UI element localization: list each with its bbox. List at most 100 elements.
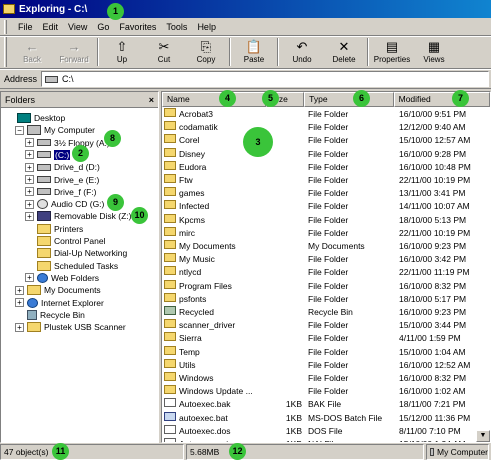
file-row[interactable]: Recycled Recycle Bin 16/10/00 9:23 PM [162,306,490,319]
tree-item-label: Drive_f (F:) [54,186,97,197]
tree-item[interactable]: Printers [25,223,83,235]
file-row[interactable]: Infected File Folder 14/11/00 10:07 AM [162,200,490,213]
file-row[interactable]: Sierra File Folder 4/11/00 1:59 PM [162,332,490,345]
views-button[interactable]: ▦ Views [413,37,455,68]
tree-item[interactable]: + My Documents [15,284,101,296]
expand-icon[interactable]: + [15,322,24,332]
expand-icon[interactable]: + [25,199,34,209]
menu-favorites[interactable]: Favorites [114,22,161,32]
folder-icon [164,266,176,276]
menu-grip[interactable] [4,19,7,34]
tree-item[interactable]: + (C:) [25,149,71,161]
tree-item[interactable]: Scheduled Tasks [25,260,118,272]
column-header-name[interactable]: Name [162,92,267,107]
tree-item-label: Internet Explorer [41,297,104,308]
file-row[interactable]: ntlycd File Folder 22/11/00 11:19 PM [162,266,490,279]
file-name: Sierra [179,333,202,344]
forward-button[interactable]: → Forward [53,37,95,68]
column-header-type[interactable]: Type [304,92,394,107]
toolbar-grip[interactable] [4,37,7,67]
file-row[interactable]: mirc File Folder 22/11/00 10:19 PM [162,226,490,240]
file-row[interactable]: codamatik File Folder 12/12/00 9:40 AM [162,121,490,134]
back-button[interactable]: ← Back [11,37,53,68]
tree-item[interactable]: + Drive_e (E:) [25,174,99,186]
file-name: My Music [179,254,215,265]
collapse-icon[interactable]: − [15,125,24,135]
file-row[interactable]: Autoexec.dos 1KB DOS File 8/11/00 7:10 PM [162,424,490,438]
file-row[interactable]: Acrobat3 File Folder 16/10/00 9:51 PM [162,108,490,121]
expand-icon[interactable]: + [25,273,34,283]
address-input[interactable]: C:\ [41,71,489,87]
status-location-label: My Computer [436,447,488,457]
undo-button[interactable]: ↶ Undo [281,37,323,68]
tree-item[interactable]: + Drive_f (F:) [25,186,97,198]
expand-icon[interactable]: + [25,150,34,160]
tree-item[interactable]: + Drive_d (D:) [25,161,100,173]
folder-icon [164,147,176,157]
file-row[interactable]: Windows File Folder 16/10/00 8:32 PM [162,372,490,385]
tree-item[interactable]: Dial-Up Networking [25,247,127,259]
tree-item[interactable]: + Plustek USB Scanner [15,321,126,333]
tree-item[interactable]: Desktop [5,112,65,124]
file-row[interactable]: My Music File Folder 16/10/00 3:42 PM [162,253,490,266]
file-row[interactable]: Program Files File Folder 16/10/00 8:32 PM [162,279,490,293]
file-type: File Folder [308,135,349,146]
file-row[interactable]: Windows Update ... File Folder 16/10/00 1:… [162,385,490,398]
menu-help[interactable]: Help [192,22,221,32]
globe-icon [27,297,38,308]
file-row[interactable]: scanner_driver File Folder 15/10/00 3:44 P… [162,319,490,332]
cut-button[interactable]: ✂ Cut [143,37,185,68]
tree-item[interactable]: Control Panel [25,235,106,247]
scroll-down-arrow[interactable]: ▼ [476,430,490,442]
file-row[interactable]: autoexec.bat 1KB MS-DOS Batch File 15/12/00… [162,411,490,425]
file-row[interactable]: Kpcms File Folder 18/10/00 5:13 PM [162,213,490,227]
removable-icon [37,211,51,222]
tree-item[interactable]: + Audio CD (G:) [25,198,104,210]
delete-button[interactable]: ✕ Delete [323,37,365,68]
file-type: File Folder [308,280,349,291]
expand-icon[interactable]: + [25,175,34,184]
file-row[interactable]: psfonts File Folder 18/10/00 5:17 PM [162,292,490,306]
expand-icon[interactable]: + [25,187,34,197]
file-row[interactable]: Autoexec.bak 1KB BAK File 18/11/00 7:21 PM [162,398,490,411]
tree-item[interactable]: + Web Folders [25,272,99,284]
file-row[interactable]: Eudora File Folder 16/10/00 10:48 PM [162,160,490,174]
file-modified: 16/10/00 9:51 PM [399,109,467,119]
tree-item[interactable]: + Removable Disk (Z:) [25,210,131,222]
toolbar-separator [97,38,99,66]
tree-spacer [25,224,34,234]
file-modified: 14/11/00 10:07 AM [399,201,470,212]
file-row[interactable]: Temp File Folder 15/10/00 1:04 AM [162,345,490,359]
menu-view[interactable]: View [63,22,92,32]
file-row[interactable]: Corel File Folder 15/10/00 12:57 AM [162,134,490,147]
expand-icon[interactable]: + [25,162,34,172]
file-modified: 15/10/00 3:44 PM [399,320,467,331]
file-row[interactable]: games File Folder 13/11/00 3:41 PM [162,187,490,200]
menu-edit[interactable]: Edit [38,22,64,32]
expand-icon[interactable]: + [15,285,24,295]
copy-button[interactable]: ⎘ Copy [185,37,227,68]
file-name: Infected [179,201,210,212]
tree-item[interactable]: + Internet Explorer [15,297,104,309]
menu-tools[interactable]: Tools [161,22,192,32]
toolbar-separator [367,38,369,66]
file-row[interactable]: My Documents My Documents 16/10/00 9:23 PM [162,240,490,253]
up-button[interactable]: ⇧ Up [101,37,143,68]
tree-item[interactable]: Recycle Bin [15,309,85,321]
expand-icon[interactable]: + [25,138,34,148]
expand-icon[interactable]: + [25,211,34,221]
tree-item[interactable]: +3½ Floppy (A:) [25,137,110,149]
menu-file[interactable]: File [13,22,38,32]
properties-button[interactable]: ▤ Properties [371,37,413,68]
file-row[interactable]: Ftw File Folder 22/11/00 10:19 PM [162,174,490,187]
close-icon[interactable]: × [149,95,154,105]
tree-item[interactable]: − My Computer [15,124,95,136]
file-row[interactable]: Utils File Folder 16/10/00 12:52 AM [162,358,490,372]
toolbar-button-label: Views [423,55,445,64]
menu-go[interactable]: Go [92,22,114,32]
paste-button[interactable]: 📋 Paste [233,37,275,68]
expand-icon[interactable]: + [15,298,24,307]
file-row[interactable]: Disney File Folder 16/10/00 9:28 PM [162,147,490,161]
column-header-modified[interactable]: Modified [393,92,490,107]
file-type: File Folder [308,293,349,304]
